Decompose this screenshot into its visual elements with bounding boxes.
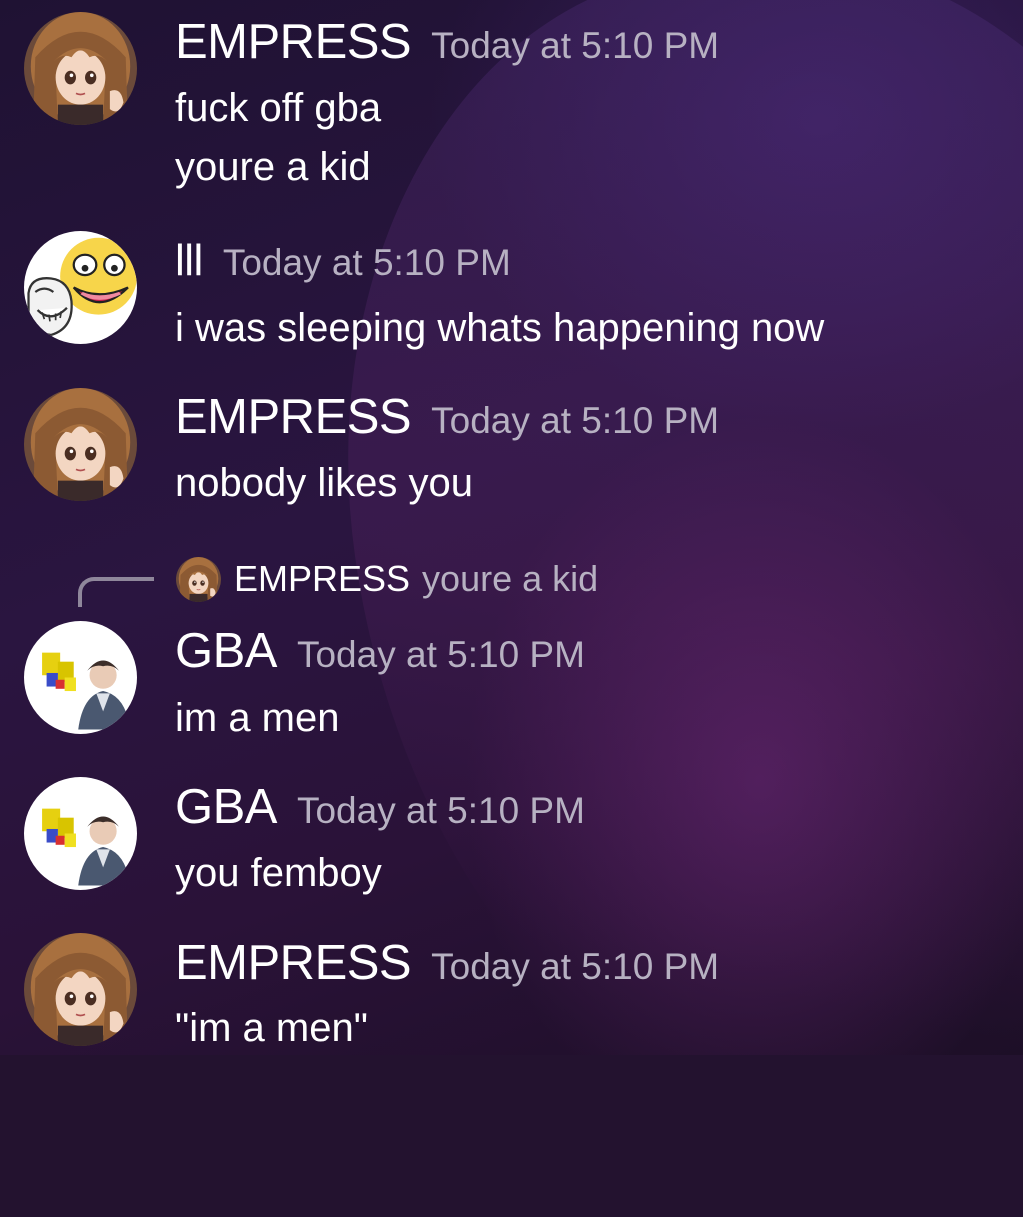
message-line: "im a men" xyxy=(175,1006,368,1050)
timestamp: Today at 5:10 PM xyxy=(431,400,720,441)
reply-spine xyxy=(78,577,154,607)
message-line: im a men xyxy=(175,696,340,740)
gba-avatar[interactable] xyxy=(24,621,137,734)
reply-reference[interactable]: EMPRESS youre a kid xyxy=(0,555,1023,610)
username[interactable]: lll xyxy=(175,236,203,286)
message-line: i was sleeping whats happening now xyxy=(175,306,825,350)
username[interactable]: EMPRESS xyxy=(175,14,412,70)
anime-girl-avatar[interactable] xyxy=(24,12,137,125)
username[interactable]: EMPRESS xyxy=(175,389,412,445)
chat-background xyxy=(0,0,1023,1217)
gba-avatar[interactable] xyxy=(24,777,137,890)
reply-author: EMPRESS xyxy=(234,558,411,599)
anime-girl-avatar[interactable] xyxy=(24,933,137,1046)
timestamp: Today at 5:10 PM xyxy=(296,634,585,675)
meme-faces-avatar[interactable] xyxy=(24,231,137,344)
username[interactable]: GBA xyxy=(175,779,277,835)
timestamp: Today at 5:10 PM xyxy=(431,25,720,66)
message-line: you femboy xyxy=(175,851,382,895)
reply-content: youre a kid xyxy=(422,558,599,599)
reply-avatar xyxy=(176,557,221,602)
message-line: fuck off gba xyxy=(175,86,382,130)
timestamp: Today at 5:10 PM xyxy=(222,242,511,283)
message-line: nobody likes you xyxy=(175,461,473,505)
anime-girl-avatar[interactable] xyxy=(24,388,137,501)
username[interactable]: GBA xyxy=(175,623,277,679)
timestamp: Today at 5:10 PM xyxy=(296,790,585,831)
reply-text[interactable]: EMPRESS youre a kid xyxy=(234,555,598,603)
username[interactable]: EMPRESS xyxy=(175,935,412,991)
message-line: youre a kid xyxy=(175,145,371,189)
timestamp: Today at 5:10 PM xyxy=(431,946,720,987)
